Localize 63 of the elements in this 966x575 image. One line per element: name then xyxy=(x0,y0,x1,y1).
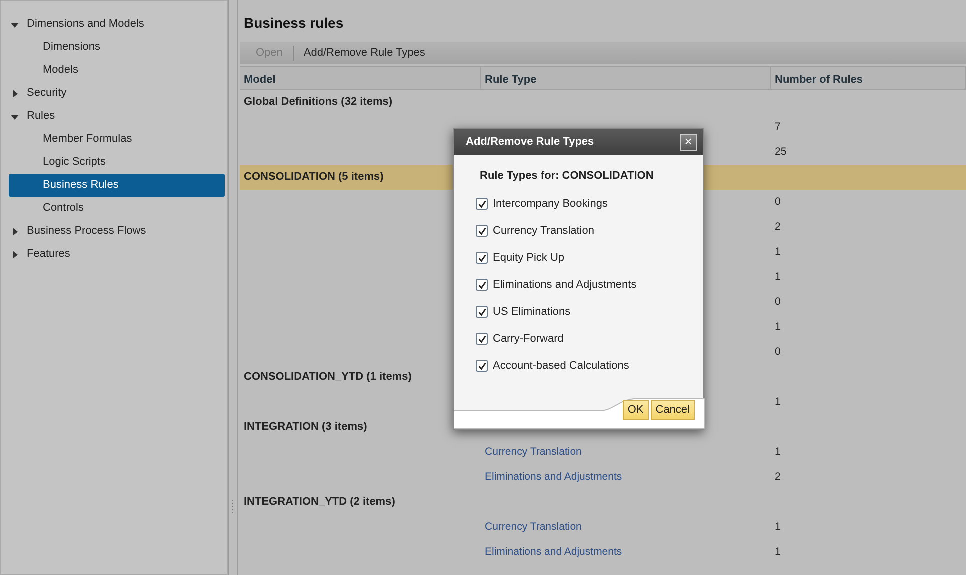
sidebar-item[interactable]: Controls xyxy=(1,197,227,220)
dialog-title: Add/Remove Rule Types xyxy=(466,134,594,150)
checkbox-label: Equity Pick Up xyxy=(493,250,565,266)
sidebar-item[interactable]: Business Rules xyxy=(9,174,225,197)
rule-count: 1 xyxy=(774,520,781,533)
sidebar-item[interactable]: Models xyxy=(1,59,227,82)
rule-type-link[interactable]: Currency Translation xyxy=(481,520,582,533)
rule-count: 1 xyxy=(774,246,781,258)
checkbox-label: Eliminations and Adjustments xyxy=(493,278,637,293)
sidebar-item[interactable]: Member Formulas xyxy=(1,128,227,151)
sidebar-item[interactable]: Rules xyxy=(27,108,56,125)
checkbox-label: Intercompany Bookings xyxy=(493,196,608,212)
checkbox-label: Carry-Forward xyxy=(493,332,564,347)
rule-count: 1 xyxy=(774,546,781,558)
checkbox-label: US Eliminations xyxy=(493,304,571,320)
rule-count: 0 xyxy=(774,196,781,208)
rule-count: 2 xyxy=(774,220,781,233)
checkbox-label: Currency Translation xyxy=(493,224,594,239)
collapsed-arrow-icon[interactable] xyxy=(11,90,19,98)
sidebar-item[interactable]: Dimensions and Models xyxy=(27,16,144,33)
column-header[interactable]: Model xyxy=(240,67,481,89)
sidebar-item[interactable]: Dimensions xyxy=(1,36,227,59)
checkbox[interactable] xyxy=(476,279,488,291)
group-title: Global Definitions (32 items) xyxy=(244,95,393,110)
group-title: INTEGRATION (3 items) xyxy=(244,420,368,436)
group-title: CONSOLIDATION (5 items) xyxy=(244,170,384,186)
checkbox[interactable] xyxy=(476,252,488,264)
rule-type-link[interactable]: Eliminations and Adjustments xyxy=(481,546,622,558)
dialog-button[interactable]: Cancel xyxy=(650,400,695,420)
rule-count: 25 xyxy=(774,146,787,158)
sidebar-item[interactable]: Security xyxy=(27,85,67,102)
checkbox-label: Account-based Calculations xyxy=(493,358,630,374)
checkbox[interactable] xyxy=(476,360,488,372)
rule-count: 1 xyxy=(774,446,781,458)
group-title: INTEGRATION_YTD (2 items) xyxy=(244,495,396,510)
collapsed-arrow-icon[interactable] xyxy=(11,250,19,258)
checkbox[interactable] xyxy=(476,333,488,345)
sidebar-item[interactable]: Business Process Flows xyxy=(27,223,146,240)
column-header[interactable]: Rule Type xyxy=(481,67,771,89)
rule-count: 1 xyxy=(774,270,781,283)
page-title: Business rules xyxy=(243,14,345,33)
rule-type-link[interactable]: Eliminations and Adjustments xyxy=(481,470,622,483)
rule-count: 7 xyxy=(774,120,781,133)
rule-count: 0 xyxy=(774,296,781,308)
expanded-arrow-icon[interactable] xyxy=(11,112,19,120)
sidebar-item[interactable]: Logic Scripts xyxy=(1,151,227,174)
dialog-heading: Rule Types for: CONSOLIDATION xyxy=(479,169,655,184)
collapsed-arrow-icon[interactable] xyxy=(11,228,19,236)
rule-count: 1 xyxy=(774,396,781,408)
group-title: CONSOLIDATION_YTD (1 items) xyxy=(244,370,412,386)
sidebar-item[interactable]: Features xyxy=(27,246,70,263)
expanded-arrow-icon[interactable] xyxy=(11,20,19,28)
rule-type-link[interactable]: Currency Translation xyxy=(481,446,582,458)
close-button[interactable]: × xyxy=(680,134,697,150)
checkbox[interactable] xyxy=(476,225,488,237)
rule-count: 1 xyxy=(774,320,781,333)
toolbar-button[interactable]: Add/Remove Rule Types xyxy=(294,44,436,62)
rule-count: 0 xyxy=(774,346,781,358)
dialog-button[interactable]: OK xyxy=(622,400,649,420)
rule-count: 2 xyxy=(774,470,781,483)
checkbox[interactable] xyxy=(476,198,488,210)
column-header[interactable]: Number of Rules xyxy=(771,67,966,89)
checkbox[interactable] xyxy=(476,306,488,318)
